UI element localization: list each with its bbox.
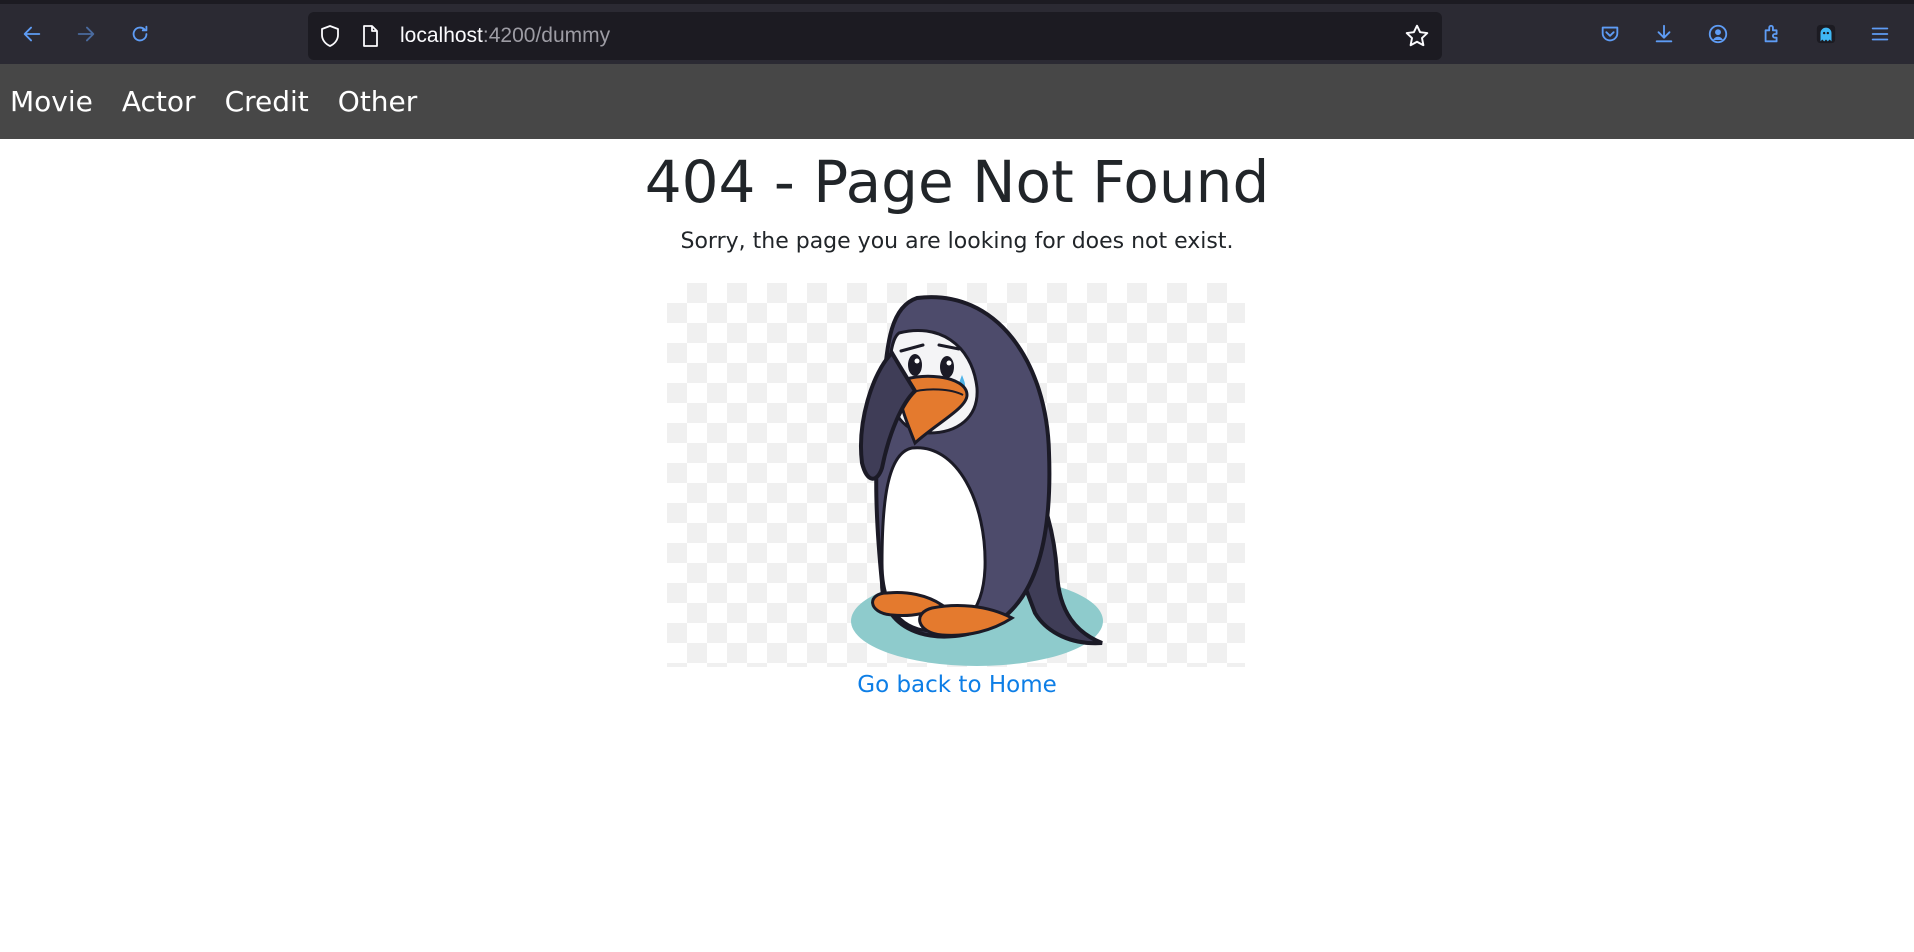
shield-icon[interactable] [318, 24, 342, 48]
url-host: localhost [400, 24, 483, 47]
menu-icon [1871, 27, 1889, 41]
download-icon [1655, 24, 1673, 43]
back-icon [23, 26, 41, 42]
extensions-icon [1764, 24, 1778, 43]
reload-button[interactable] [124, 18, 156, 50]
bookmark-star-icon[interactable] [1404, 23, 1430, 49]
page-icon[interactable] [358, 24, 382, 48]
url-path: :4200/dummy [482, 24, 611, 47]
nav-link-other[interactable]: Other [338, 64, 418, 139]
page-title: 404 - Page Not Found [644, 148, 1270, 216]
browser-toolbar: localhost:4200/dummy [0, 0, 1914, 64]
app-navbar: Movie Actor Credit Other [0, 64, 1914, 139]
forward-icon [77, 26, 95, 42]
downloads-button[interactable] [1648, 18, 1680, 50]
forward-button[interactable] [70, 18, 102, 50]
app-menu-button[interactable] [1864, 18, 1896, 50]
url-text[interactable]: localhost:4200/dummy [400, 24, 610, 48]
go-home-link[interactable]: Go back to Home [0, 669, 1914, 701]
ghost-extension-button[interactable] [1810, 18, 1842, 50]
ghost-extension-icon [1816, 24, 1836, 44]
sad-penguin-image [667, 283, 1245, 667]
nav-link-movie[interactable]: Movie [10, 64, 93, 139]
nav-link-credit[interactable]: Credit [225, 64, 309, 139]
url-bar[interactable]: localhost:4200/dummy [308, 12, 1442, 60]
error-message: Sorry, the page you are looking for does… [680, 229, 1234, 254]
pocket-button[interactable] [1594, 18, 1626, 50]
account-icon [1708, 24, 1728, 44]
nav-link-actor[interactable]: Actor [122, 64, 196, 139]
reload-icon [132, 25, 148, 42]
account-button[interactable] [1702, 18, 1734, 50]
sad-penguin-illustration [851, 295, 1103, 666]
extensions-button[interactable] [1756, 18, 1788, 50]
pocket-icon [1601, 26, 1619, 42]
back-button[interactable] [16, 18, 48, 50]
